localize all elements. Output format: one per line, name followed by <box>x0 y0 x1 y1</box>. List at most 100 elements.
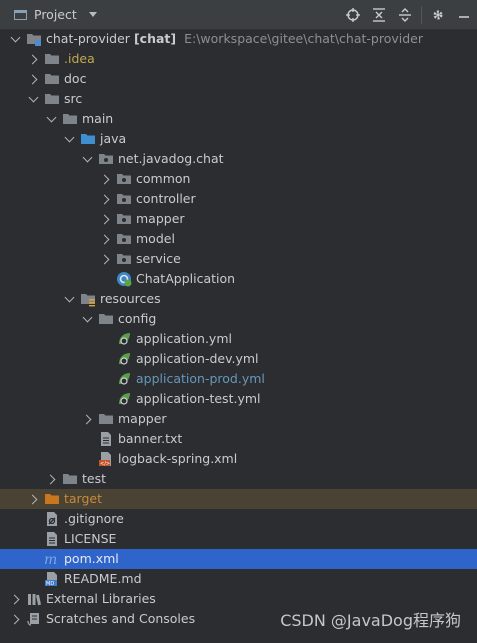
tree-node[interactable]: </> logback-spring.xml <box>0 449 477 469</box>
folder-icon <box>98 311 114 327</box>
locate-icon[interactable] <box>340 0 366 29</box>
chevron-right-icon[interactable] <box>27 69 39 89</box>
tree-node-name: main <box>82 111 114 126</box>
package-icon <box>98 151 114 167</box>
expand-all-icon[interactable] <box>392 0 418 29</box>
chevron-right-icon[interactable] <box>9 609 21 629</box>
tree-node-label: main <box>82 109 113 129</box>
tree-node[interactable]: ChatApplication <box>0 269 477 289</box>
markdown-file-icon: MD <box>44 571 60 587</box>
tree-node-label: controller <box>136 189 196 209</box>
tree-node[interactable]: External Libraries <box>0 589 477 609</box>
tree-node[interactable]: banner.txt <box>0 429 477 449</box>
chevron-right-icon[interactable] <box>9 589 21 609</box>
package-icon <box>116 171 132 187</box>
tree-node[interactable]: chat-provider [chat] E:\workspace\gitee\ch… <box>0 29 477 49</box>
tree-node-name: README.md <box>64 571 142 586</box>
tree-node-label: mapper <box>136 209 185 229</box>
tree-node-name: pom.xml <box>64 551 119 566</box>
folder-icon <box>98 411 114 427</box>
tree-node[interactable]: service <box>0 249 477 269</box>
chevron-down-icon[interactable] <box>27 89 39 109</box>
tree-node-name: application.yml <box>136 331 232 346</box>
chevron-right-icon[interactable] <box>27 49 39 69</box>
tree-node-name: java <box>100 131 127 146</box>
tree-node-name: resources <box>100 291 161 306</box>
tree-node-name: .gitignore <box>64 511 124 526</box>
svg-text:</>: </> <box>100 461 110 467</box>
tree-node[interactable]: MD README.md <box>0 569 477 589</box>
tree-node-label: application-test.yml <box>136 389 261 409</box>
tree-node[interactable]: model <box>0 229 477 249</box>
chevron-right-icon[interactable] <box>45 469 57 489</box>
tree-node[interactable]: application-test.yml <box>0 389 477 409</box>
chevron-down-icon[interactable] <box>9 29 21 49</box>
chevron-right-icon[interactable] <box>99 209 111 229</box>
chevron-down-icon[interactable] <box>88 12 97 17</box>
tree-node-name: doc <box>64 71 87 86</box>
tree-node[interactable]: mapper <box>0 209 477 229</box>
tree-node[interactable]: controller <box>0 189 477 209</box>
tree-node[interactable]: net.javadog.chat <box>0 149 477 169</box>
package-icon <box>116 191 132 207</box>
spring-yml-icon <box>116 351 132 367</box>
tree-node[interactable]: target <box>0 489 477 509</box>
tree-node[interactable]: m pom.xml <box>0 549 477 569</box>
tree-node-label: java <box>100 129 126 149</box>
tree-node[interactable]: config <box>0 309 477 329</box>
chevron-right-icon[interactable] <box>99 169 111 189</box>
tree-node-name: model <box>136 231 175 246</box>
chevron-right-icon[interactable] <box>27 489 39 509</box>
tree-node-name: service <box>136 251 181 266</box>
gear-icon[interactable] <box>425 0 451 29</box>
tree-node-label: application-dev.yml <box>136 349 259 369</box>
chevron-down-icon[interactable] <box>81 149 93 169</box>
chevron-down-icon[interactable] <box>63 129 75 149</box>
chevron-right-icon[interactable] <box>81 409 93 429</box>
chevron-right-icon[interactable] <box>99 229 111 249</box>
maven-file-icon: m <box>44 551 60 568</box>
scratches-icon <box>26 611 42 627</box>
tree-node-label: .idea <box>64 49 95 69</box>
tree-node-name: ChatApplication <box>136 271 236 286</box>
tree-node[interactable]: application-prod.yml <box>0 369 477 389</box>
excluded-folder-icon <box>44 491 60 507</box>
xml-file-icon: </> <box>98 451 114 467</box>
tree-node[interactable]: LICENSE <box>0 529 477 549</box>
tree-node[interactable]: application-dev.yml <box>0 349 477 369</box>
header-divider <box>421 5 422 24</box>
tree-node[interactable]: java <box>0 129 477 149</box>
tree-node-name: application-dev.yml <box>136 351 259 366</box>
collapse-all-icon[interactable] <box>366 0 392 29</box>
project-view-selector[interactable]: Project <box>14 0 97 29</box>
chevron-down-icon[interactable] <box>45 109 57 129</box>
tree-node[interactable]: resources <box>0 289 477 309</box>
project-tree[interactable]: chat-provider [chat] E:\workspace\gitee\ch… <box>0 29 477 629</box>
tree-node[interactable]: application.yml <box>0 329 477 349</box>
tree-node-label: common <box>136 169 190 189</box>
tree-node[interactable]: src <box>0 89 477 109</box>
tree-node-name: net.javadog.chat <box>118 151 224 166</box>
tree-node[interactable]: test <box>0 469 477 489</box>
tree-node-label: test <box>82 469 106 489</box>
gitignore-file-icon <box>44 511 60 527</box>
tree-node-label: doc <box>64 69 86 89</box>
hide-icon[interactable] <box>451 0 477 29</box>
tree-node[interactable]: doc <box>0 69 477 89</box>
chevron-down-icon[interactable] <box>63 289 75 309</box>
tree-node[interactable]: common <box>0 169 477 189</box>
tree-node[interactable]: .gitignore <box>0 509 477 529</box>
tree-node-label: pom.xml <box>64 549 119 569</box>
tree-node[interactable]: .idea <box>0 49 477 69</box>
package-icon <box>116 251 132 267</box>
module-path: E:\workspace\gitee\chat\chat-provider <box>184 31 423 46</box>
chevron-down-icon[interactable] <box>81 309 93 329</box>
tree-node-name: mapper <box>118 411 167 426</box>
watermark: CSDN @JavaDog程序狗 <box>280 611 461 630</box>
chevron-right-icon[interactable] <box>99 189 111 209</box>
tree-node-label: net.javadog.chat <box>118 149 224 169</box>
tree-node[interactable]: main <box>0 109 477 129</box>
chevron-right-icon[interactable] <box>99 249 111 269</box>
tree-node[interactable]: mapper <box>0 409 477 429</box>
tree-node-label: src <box>64 89 82 109</box>
